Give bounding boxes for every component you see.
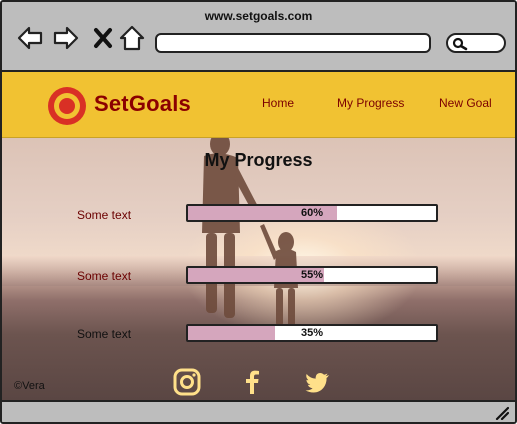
- goal-progress-bar[interactable]: 60%: [186, 204, 438, 222]
- resize-grip-icon[interactable]: [495, 406, 510, 422]
- search-icon: [452, 37, 468, 51]
- browser-window: www.setgoals.com SetGoals Home My Progre…: [0, 0, 517, 424]
- twitter-icon[interactable]: [304, 368, 332, 396]
- progress-percent: 35%: [300, 327, 324, 339]
- goal-progress-bar[interactable]: 35%: [186, 324, 438, 342]
- goal-label: Some text: [77, 208, 132, 222]
- browser-status-bar: [2, 400, 515, 422]
- facebook-icon[interactable]: [238, 368, 266, 396]
- goal-label: Some text: [77, 269, 132, 283]
- goal-progress-bar[interactable]: 55%: [186, 266, 438, 284]
- url-display: www.setgoals.com: [204, 9, 313, 23]
- copyright-text: ©Vera: [14, 380, 45, 392]
- goal-label: Some text: [77, 327, 132, 341]
- nav-link-home[interactable]: Home: [262, 96, 294, 110]
- target-logo-icon[interactable]: [46, 85, 88, 127]
- hero-background: My Progress Some text 60% Some text 55% …: [2, 138, 515, 400]
- site-header: SetGoals Home My Progress New Goal: [2, 72, 515, 138]
- back-arrow-icon[interactable]: [16, 24, 44, 52]
- browser-search-field[interactable]: [446, 33, 506, 53]
- nav-link-new-goal[interactable]: New Goal: [439, 96, 492, 110]
- progress-percent: 60%: [300, 207, 324, 219]
- browser-toolbar: www.setgoals.com: [2, 2, 515, 72]
- nav-link-my-progress[interactable]: My Progress: [337, 96, 404, 110]
- instagram-icon[interactable]: [173, 368, 201, 396]
- address-bar[interactable]: [155, 33, 431, 53]
- home-icon[interactable]: [118, 24, 146, 52]
- brand-name[interactable]: SetGoals: [94, 91, 191, 117]
- page-title: My Progress: [204, 150, 313, 170]
- progress-percent: 55%: [300, 269, 324, 281]
- close-icon[interactable]: [90, 24, 118, 52]
- forward-arrow-icon[interactable]: [52, 24, 80, 52]
